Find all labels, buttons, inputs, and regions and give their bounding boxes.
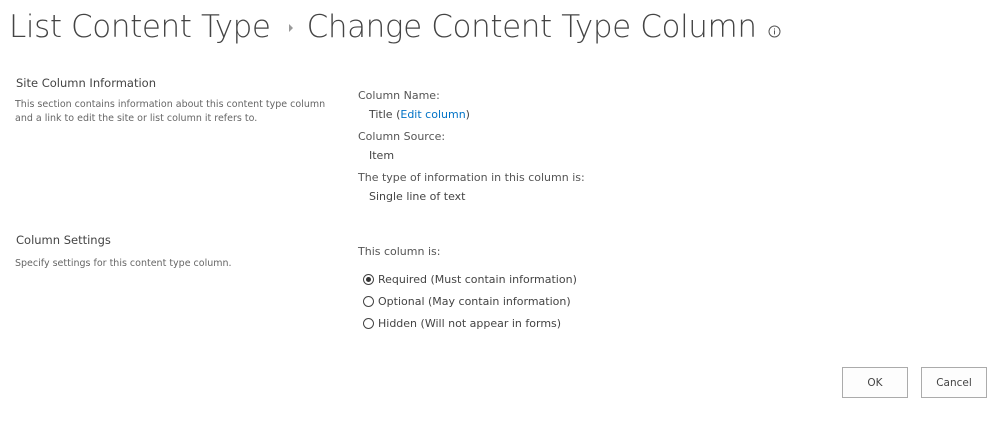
- info-circle-icon[interactable]: [768, 25, 782, 39]
- radio-button-hidden[interactable]: [363, 318, 374, 329]
- column-name-value-row: Title (Edit column): [369, 108, 470, 121]
- radio-button-required[interactable]: [363, 274, 374, 285]
- column-source-label: Column Source:: [358, 130, 446, 143]
- column-settings-heading: Column Settings: [16, 233, 111, 247]
- column-requirement-prompt: This column is:: [358, 245, 441, 258]
- edit-link-close-paren: ): [465, 108, 470, 121]
- radio-option-hidden[interactable]: Hidden (Will not appear in forms): [363, 317, 561, 330]
- column-name-value: Title: [369, 108, 393, 121]
- radio-button-optional[interactable]: [363, 296, 374, 307]
- radio-label-optional: Optional (May contain information): [378, 295, 571, 308]
- column-settings-description: Specify settings for this content type c…: [15, 258, 232, 269]
- column-source-value: Item: [369, 149, 395, 162]
- site-column-info-description: This section contains information about …: [15, 99, 326, 124]
- column-name-label: Column Name:: [358, 89, 440, 102]
- breadcrumb-separator-icon: [288, 24, 293, 32]
- breadcrumb: List Content Type Change Content Type Co…: [9, 4, 782, 50]
- radio-label-hidden: Hidden (Will not appear in forms): [378, 317, 562, 330]
- cancel-button[interactable]: Cancel: [921, 367, 987, 398]
- radio-label-required: Required (Must contain information): [378, 273, 577, 286]
- column-type-label: The type of information in this column i…: [358, 171, 585, 184]
- breadcrumb-parent-link[interactable]: List Content Type: [9, 9, 271, 45]
- radio-option-required[interactable]: Required (Must contain information): [363, 273, 577, 286]
- ok-button[interactable]: OK: [842, 367, 908, 398]
- edit-column-link[interactable]: Edit column: [400, 108, 465, 121]
- radio-option-optional[interactable]: Optional (May contain information): [363, 295, 571, 308]
- site-column-info-heading: Site Column Information: [16, 76, 156, 90]
- page-title: Change Content Type Column: [306, 9, 757, 45]
- column-type-value: Single line of text: [369, 190, 466, 203]
